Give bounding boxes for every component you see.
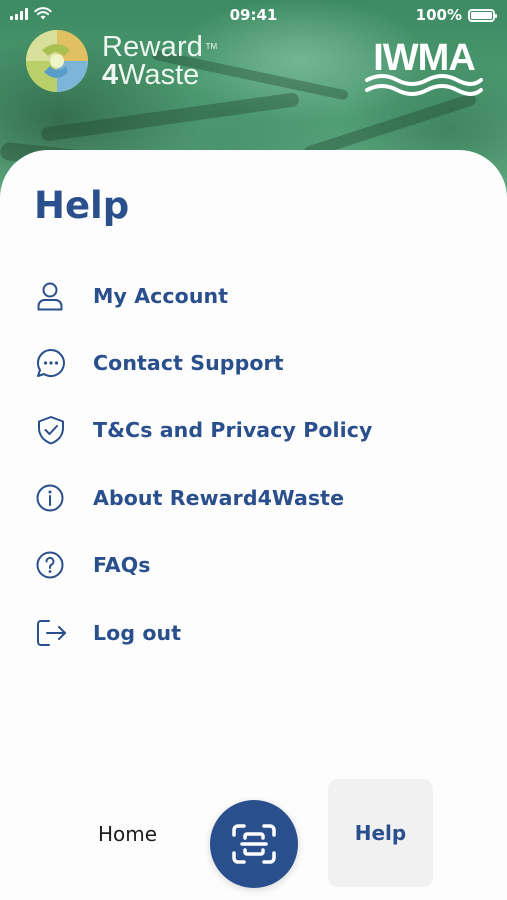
menu-item-label: My Account: [93, 283, 229, 308]
status-bar: 09:41 100%: [0, 0, 507, 30]
menu-item-my-account[interactable]: My Account: [36, 262, 372, 329]
reward4waste-emblem-icon: [26, 30, 88, 92]
scan-button[interactable]: [210, 800, 298, 888]
trademark-symbol: TM: [205, 42, 218, 51]
menu-item-terms-privacy[interactable]: T&Cs and Privacy Policy: [36, 397, 372, 464]
user-icon: [36, 280, 78, 312]
scan-icon: [232, 824, 276, 864]
menu-item-label: About Reward4Waste: [93, 485, 345, 510]
reward4waste-logo: Reward 4Waste TM: [24, 28, 217, 94]
bottom-navigation: Home Help: [0, 770, 507, 900]
logout-icon: [36, 617, 78, 649]
page-title: Help: [34, 184, 130, 227]
menu-item-label: Log out: [93, 620, 182, 645]
brand-name-line1: Reward: [102, 31, 204, 63]
menu-item-log-out[interactable]: Log out: [36, 599, 372, 666]
menu-item-faqs[interactable]: FAQs: [36, 532, 372, 599]
nav-tab-help[interactable]: Help: [328, 779, 433, 887]
menu-item-label: Contact Support: [93, 351, 284, 376]
menu-item-about[interactable]: About Reward4Waste: [36, 464, 372, 531]
iwma-logo-text: IWMA: [373, 37, 475, 79]
shield-check-icon: [36, 414, 78, 446]
help-menu: My Account Contact Support T&Cs and Priv…: [36, 262, 372, 666]
chat-bubble-icon: [36, 347, 78, 379]
menu-item-label: FAQs: [93, 553, 151, 578]
question-icon: [36, 549, 78, 581]
battery-percentage: 100%: [415, 6, 462, 24]
nav-tab-home[interactable]: Home: [80, 804, 175, 864]
menu-item-label: T&Cs and Privacy Policy: [93, 418, 373, 443]
menu-item-contact-support[interactable]: Contact Support: [36, 329, 372, 396]
info-icon: [36, 482, 78, 514]
battery-icon: [468, 8, 497, 22]
iwma-logo: IWMA: [363, 36, 485, 102]
brand-name-line2: 4Waste: [102, 59, 200, 91]
